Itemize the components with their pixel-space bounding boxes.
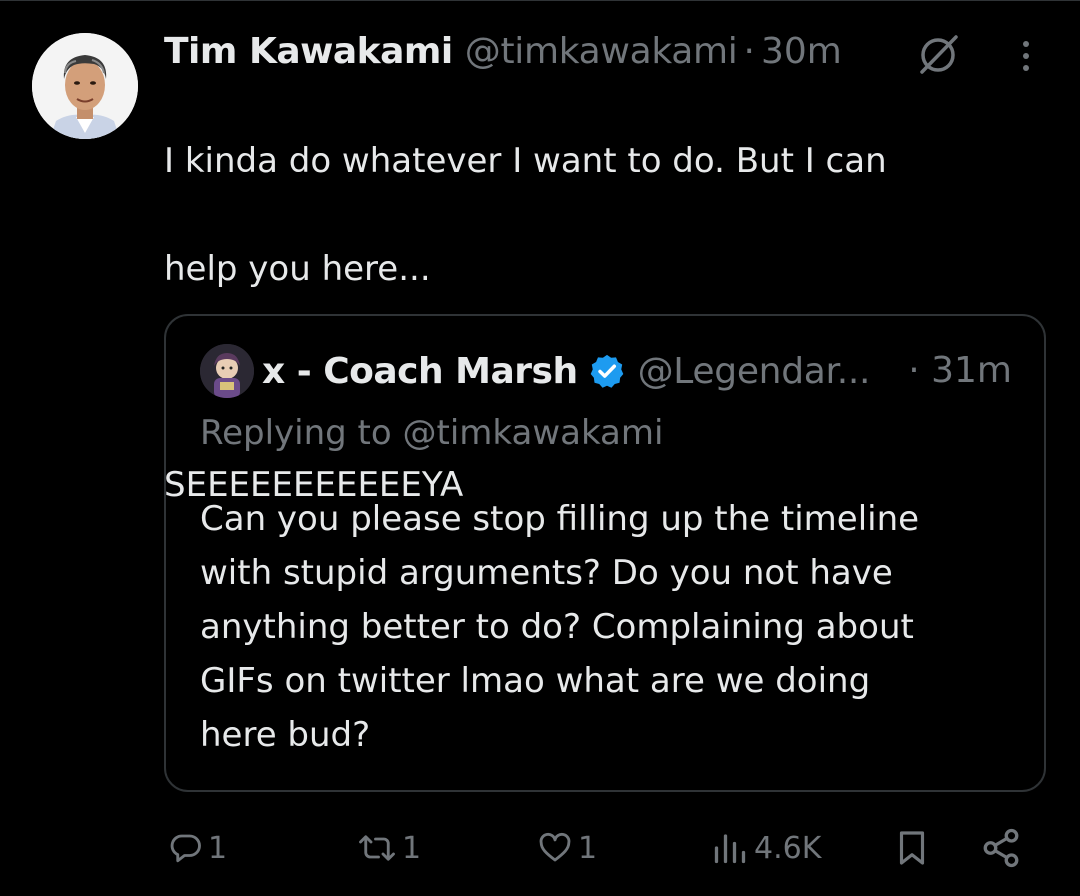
like-button[interactable]: 1 bbox=[536, 822, 597, 874]
quote-author-display-name[interactable]: x - Coach Marsh bbox=[262, 351, 578, 392]
quote-author-handle[interactable]: @Legendar... bbox=[638, 351, 871, 392]
verified-badge-icon bbox=[590, 354, 623, 388]
repost-icon bbox=[359, 835, 395, 861]
author-handle[interactable]: @timkawakami bbox=[465, 26, 738, 78]
more-options-icon[interactable] bbox=[1004, 30, 1048, 78]
author-display-name[interactable]: Tim Kawakami bbox=[164, 26, 453, 78]
separator-dot: · bbox=[743, 31, 755, 72]
reply-count: 1 bbox=[208, 830, 228, 866]
tweet-timestamp[interactable]: 30m bbox=[761, 26, 842, 78]
quote-text: Can you please stop filling up the timel… bbox=[200, 492, 1020, 762]
views-icon bbox=[714, 834, 746, 864]
quote-text-line: with stupid arguments? Do you not have bbox=[200, 553, 893, 593]
views-button[interactable]: 4.6K bbox=[710, 822, 821, 874]
quote-text-line: Can you please stop filling up the timel… bbox=[200, 499, 920, 539]
quote-text-line: GIFs on twitter lmao what are we doing bbox=[200, 661, 871, 701]
action-bar: 1 1 1 4.6K bbox=[0, 822, 1080, 874]
author-avatar[interactable] bbox=[32, 33, 138, 139]
like-icon bbox=[539, 832, 571, 862]
author-avatar-image bbox=[32, 33, 138, 139]
tweet-header: Tim Kawakami @timkawakami · 30m bbox=[164, 26, 842, 78]
share-button[interactable] bbox=[980, 822, 1022, 874]
bookmark-icon bbox=[899, 831, 925, 865]
quote-header: x - Coach Marsh @Legendar... bbox=[262, 342, 870, 400]
top-divider bbox=[0, 0, 1080, 1]
quote-tweet-card[interactable]: x - Coach Marsh @Legendar... · 31m Reply… bbox=[164, 314, 1046, 792]
share-icon bbox=[983, 828, 1019, 868]
repost-count: 1 bbox=[402, 830, 422, 866]
replying-to-label[interactable]: Replying to @timkawakami bbox=[200, 410, 663, 456]
like-count: 1 bbox=[578, 830, 598, 866]
quote-author-avatar-image bbox=[200, 344, 254, 398]
reply-button[interactable]: 1 bbox=[168, 822, 227, 874]
tweet-text-line: I kinda do whatever I want to do. But I … bbox=[164, 141, 887, 181]
grok-icon[interactable] bbox=[914, 30, 962, 78]
quote-author-avatar[interactable] bbox=[200, 344, 254, 398]
reply-icon bbox=[170, 834, 201, 863]
quote-text-line: here bud? bbox=[200, 715, 371, 755]
quote-text-line: anything better to do? Complaining about bbox=[200, 607, 914, 647]
tweet-text-line: help you here... bbox=[164, 249, 431, 289]
quote-timestamp[interactable]: · 31m bbox=[908, 342, 1012, 400]
views-count: 4.6K bbox=[754, 830, 822, 866]
bookmark-button[interactable] bbox=[894, 822, 930, 874]
repost-button[interactable]: 1 bbox=[356, 822, 421, 874]
